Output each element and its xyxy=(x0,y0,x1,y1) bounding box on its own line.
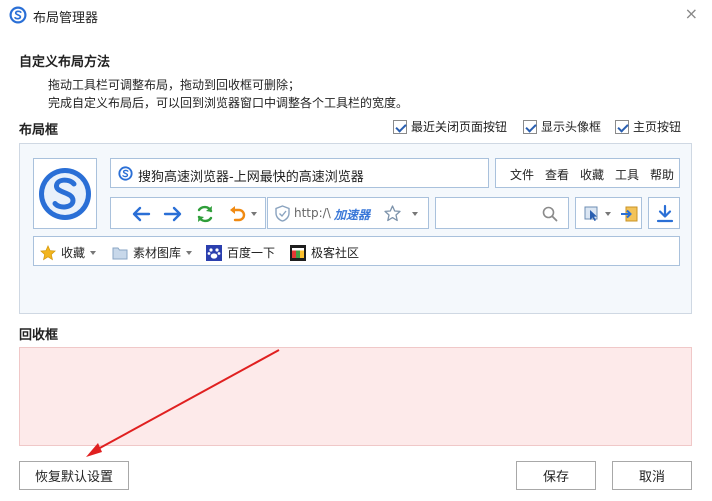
layout-frame: 搜狗高速浏览器-上网最快的高速浏览器 文件 查看 收藏 工具 帮助 http:/… xyxy=(19,143,692,314)
search-toolbar[interactable] xyxy=(435,197,569,229)
shield-icon xyxy=(275,205,290,222)
refresh-icon[interactable] xyxy=(195,204,215,224)
checkbox-checked-icon[interactable] xyxy=(393,119,407,134)
favorite-item-baidu[interactable]: 百度一下 xyxy=(206,244,275,261)
forward-arrow-icon[interactable] xyxy=(163,205,183,223)
favorite-label: 极客社区 xyxy=(311,246,360,260)
geek-community-icon xyxy=(290,244,306,261)
help-line-1: 拖动工具栏可调整布局，拖动到回收框可删除； xyxy=(48,78,301,92)
title-bar: 布局管理器 × xyxy=(0,0,712,30)
custom-layout-heading: 自定义布局方法 xyxy=(19,55,111,70)
chevron-down-icon[interactable] xyxy=(186,250,193,255)
download-toolbar[interactable] xyxy=(648,197,680,229)
favorite-item-favorites[interactable]: 收藏 xyxy=(40,244,97,261)
option-recent-closed-checkbox[interactable]: 最近关闭页面按钮 xyxy=(393,118,507,135)
restore-defaults-button[interactable]: 恢复默认设置 xyxy=(19,461,129,490)
menu-item-help[interactable]: 帮助 xyxy=(650,166,674,183)
import-favorites-icon[interactable] xyxy=(620,205,638,223)
help-line-2: 完成自定义布局后，可以回到浏览器窗口中调整各个工具栏的宽度。 xyxy=(48,96,409,110)
cancel-button[interactable]: 取消 xyxy=(612,461,692,490)
star-outline-icon[interactable] xyxy=(384,205,401,222)
window-title: 布局管理器 xyxy=(33,11,99,26)
chevron-down-icon[interactable] xyxy=(90,250,97,255)
address-toolbar[interactable]: http:/\ 加速器 xyxy=(267,197,429,229)
baidu-paw-icon xyxy=(206,244,222,261)
download-icon[interactable] xyxy=(656,204,674,224)
option-home-button-checkbox[interactable]: 主页按钮 xyxy=(615,118,681,135)
close-icon[interactable]: × xyxy=(685,5,698,23)
tab-title-toolbar[interactable]: 搜狗高速浏览器-上网最快的高速浏览器 xyxy=(110,158,489,188)
star-icon xyxy=(40,244,56,260)
recycle-heading: 回收框 xyxy=(19,328,59,343)
menu-toolbar[interactable]: 文件 查看 收藏 工具 帮助 xyxy=(495,158,680,188)
avatar-toolbar[interactable] xyxy=(33,158,97,229)
navigation-toolbar[interactable] xyxy=(110,197,266,229)
favorite-item-material-gallery[interactable]: 素材图库 xyxy=(112,244,193,261)
accelerator-label: 加速器 xyxy=(334,208,371,222)
sogou-logo-icon xyxy=(39,167,91,220)
folder-icon xyxy=(112,247,128,259)
favorites-toolbar[interactable]: 收藏 素材图库 百度一下 极客社区 xyxy=(33,236,680,266)
menu-item-tools[interactable]: 工具 xyxy=(615,166,639,183)
undo-closed-tab-icon[interactable] xyxy=(227,204,247,224)
chevron-down-icon[interactable] xyxy=(251,212,257,216)
screenshot-tool-icon[interactable] xyxy=(584,206,602,222)
menu-item-file[interactable]: 文件 xyxy=(510,166,534,183)
sogou-logo-icon xyxy=(9,6,27,24)
recycle-box[interactable] xyxy=(19,347,692,446)
save-button[interactable]: 保存 xyxy=(516,461,596,490)
menu-item-view[interactable]: 查看 xyxy=(545,166,569,183)
search-icon[interactable] xyxy=(542,206,558,222)
checkbox-checked-icon[interactable] xyxy=(523,119,537,134)
favorite-label: 素材图库 xyxy=(133,246,182,260)
layout-frame-heading: 布局框 xyxy=(19,123,59,138)
favorite-label: 收藏 xyxy=(61,246,86,260)
chevron-down-icon[interactable] xyxy=(605,212,611,216)
option-label: 最近关闭页面按钮 xyxy=(411,120,508,134)
favorite-item-geek-community[interactable]: 极客社区 xyxy=(290,244,359,261)
checkbox-checked-icon[interactable] xyxy=(615,119,629,134)
sogou-logo-icon xyxy=(118,166,133,181)
option-label: 显示头像框 xyxy=(541,120,602,134)
extension-toolbar[interactable] xyxy=(575,197,642,229)
menu-item-favorites[interactable]: 收藏 xyxy=(580,166,604,183)
tab-title-text: 搜狗高速浏览器-上网最快的高速浏览器 xyxy=(138,170,364,185)
option-avatar-checkbox[interactable]: 显示头像框 xyxy=(523,118,601,135)
back-arrow-icon[interactable] xyxy=(131,205,151,223)
option-label: 主页按钮 xyxy=(633,120,682,134)
favorite-label: 百度一下 xyxy=(227,246,276,260)
address-text: http:/\ xyxy=(294,206,331,220)
chevron-down-icon[interactable] xyxy=(412,212,418,216)
